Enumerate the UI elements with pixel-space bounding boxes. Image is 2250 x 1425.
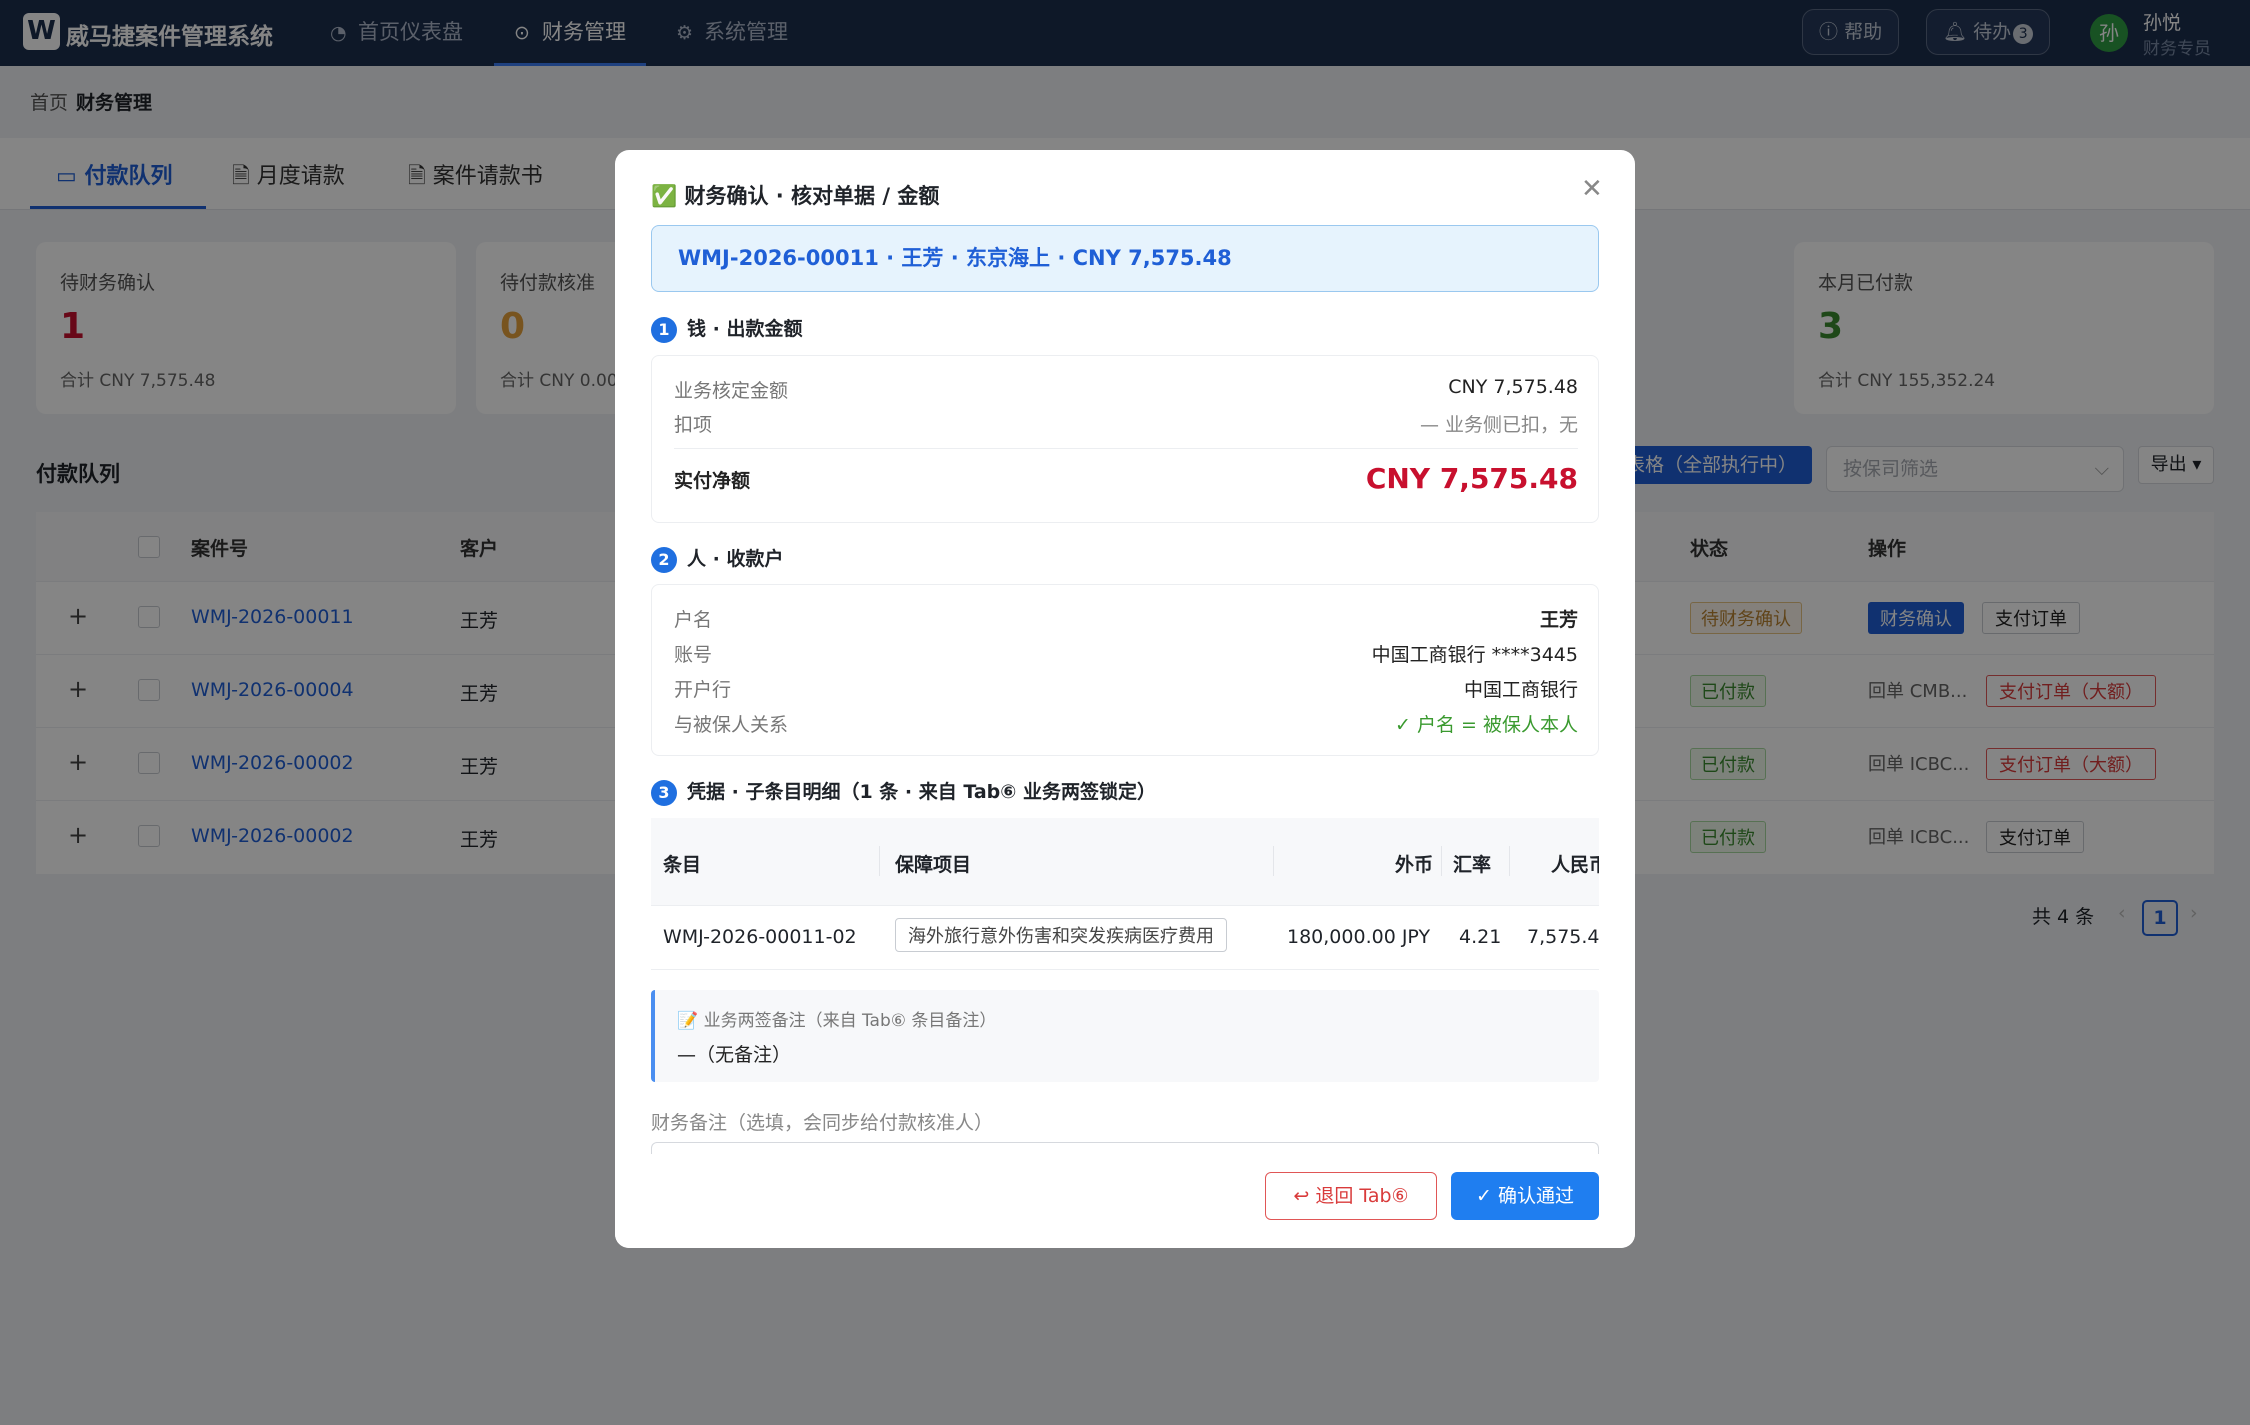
net-amount: CNY 7,575.48 — [1365, 462, 1578, 495]
finance-note-label: 财务备注（选填，会同步给付款核准人） — [651, 1112, 994, 1134]
step-number: 3 — [651, 780, 677, 806]
note-body: —（无备注） — [677, 1044, 792, 1066]
table-row: WMJ-2026-00011-02 海外旅行意外伤害和突发疾病医疗费用 180,… — [651, 906, 1599, 970]
return-tab-button[interactable]: ↩ 退回 Tab⑥ — [1265, 1172, 1437, 1220]
coverage-tag: 海外旅行意外伤害和突发疾病医疗费用 — [895, 918, 1227, 952]
sub-item-id: WMJ-2026-00011-02 — [663, 926, 857, 948]
step-payee-title: 2人 · 收款户 — [651, 544, 783, 573]
cny-amount: 7,575.48 — [1527, 926, 1599, 948]
approved-amount: CNY 7,575.48 — [1448, 376, 1578, 398]
step-number: 1 — [651, 317, 677, 343]
deduction-value: — 业务侧已扣，无 — [1419, 414, 1578, 436]
confirm-approve-button[interactable]: ✓ 确认通过 — [1451, 1172, 1599, 1220]
step-voucher-title: 3 凭据 · 子条目明细（1 条 · 来自 Tab⑥ 业务两签锁定） — [651, 777, 1156, 806]
divider — [674, 448, 1578, 449]
sub-table-header: 条目 保障项目 外币 汇率 人民币 — [651, 818, 1599, 906]
amount-box: 业务核定金额 CNY 7,575.48 扣项 — 业务侧已扣，无 实付净额 CN… — [651, 355, 1599, 523]
sub-item-table: 条目 保障项目 外币 汇率 人民币 WMJ-2026-00011-02 海外旅行… — [651, 818, 1599, 970]
payee-bank: 中国工商银行 — [1463, 679, 1578, 701]
foreign-amount: 180,000.00 JPY — [1287, 926, 1431, 948]
case-summary-banner: WMJ-2026-00011 · 王芳 · 东京海上 · CNY 7,575.4… — [651, 225, 1599, 292]
payee-box: 户名 王芳 账号 中国工商银行 ****3445 开户行 中国工商银行 与被保人… — [651, 584, 1599, 756]
exchange-rate: 4.21 — [1459, 926, 1502, 948]
step-number: 2 — [651, 547, 677, 573]
close-icon[interactable]: ✕ — [1581, 174, 1603, 204]
modal-footer: ↩ 退回 Tab⑥ ✓ 确认通过 — [615, 1154, 1635, 1248]
step-money-title: 1钱 · 出款金额 — [651, 314, 802, 343]
note-title: 📝 业务两签备注（来自 Tab⑥ 条目备注） — [677, 1011, 997, 1031]
finance-confirm-modal: ✅ 财务确认 · 核对单据 / 金额 ✕ WMJ-2026-00011 · 王芳… — [615, 150, 1635, 1248]
business-note: 📝 业务两签备注（来自 Tab⑥ 条目备注） —（无备注） — [651, 990, 1599, 1082]
modal-title: ✅ 财务确认 · 核对单据 / 金额 — [651, 184, 940, 208]
relationship-check: ✓ 户名 = 被保人本人 — [1395, 714, 1578, 736]
payee-name: 王芳 — [1539, 609, 1578, 631]
payee-account: 中国工商银行 ****3445 — [1371, 644, 1578, 666]
